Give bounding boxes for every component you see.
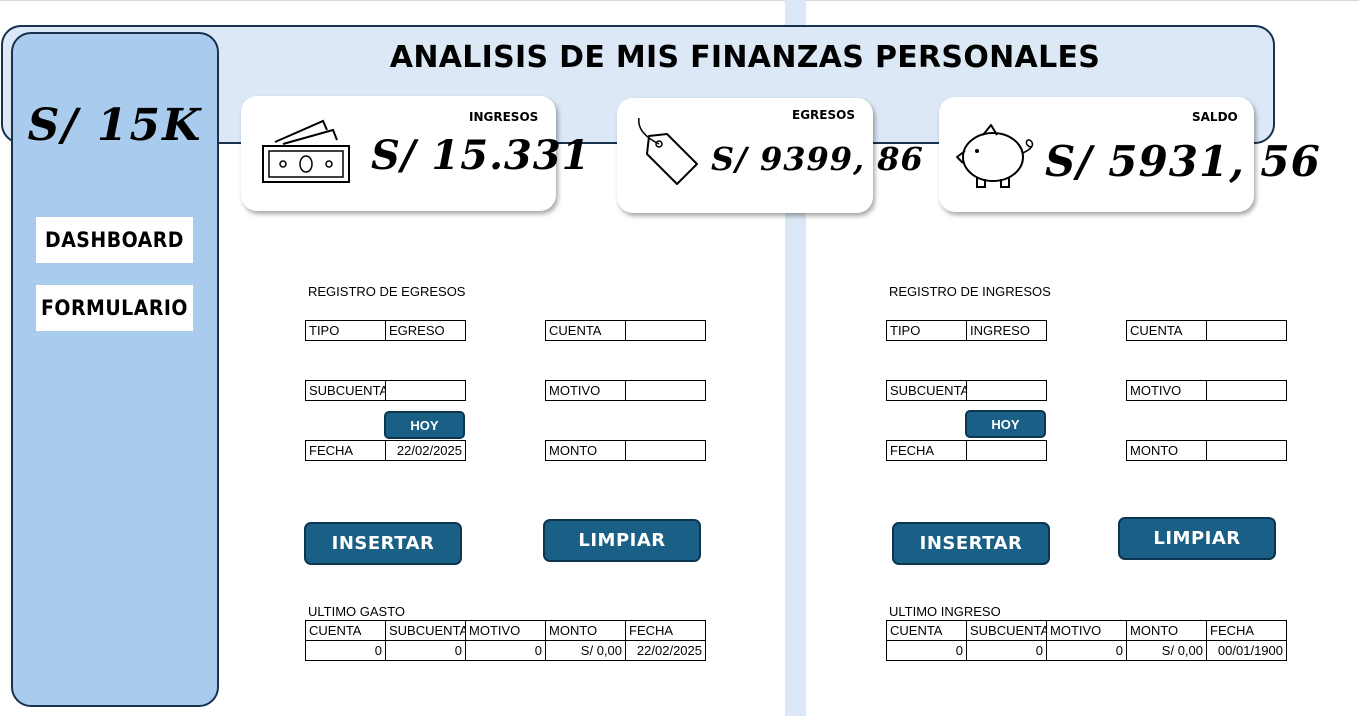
top-border-line <box>0 0 1359 1</box>
ingresos-insertar-button[interactable]: INSERTAR <box>892 522 1050 565</box>
egresos-subcuenta-label: SUBCUENTA <box>305 380 386 401</box>
egresos-last-title: ULTIMO GASTO <box>308 604 406 619</box>
page-title: ANALISIS DE MIS FINANZAS PERSONALES <box>389 40 1101 75</box>
egresos-subcuenta-field[interactable] <box>385 380 466 401</box>
ingresos-table-header: MONTO <box>1126 620 1207 641</box>
egresos-tipo-field[interactable]: EGRESO <box>385 320 466 341</box>
ingresos-limpiar-button[interactable]: LIMPIAR <box>1118 517 1276 560</box>
ingresos-card-label: INGRESOS <box>469 110 539 124</box>
egresos-card-value: S/ 9399, 86 <box>711 140 924 178</box>
ingresos-motivo-label: MOTIVO <box>1126 380 1207 401</box>
ingresos-table-header: CUENTA <box>886 620 967 641</box>
ingresos-last-title: ULTIMO INGRESO <box>889 604 1001 619</box>
sidebar-total: S/ 15K <box>27 100 203 151</box>
egresos-hoy-button[interactable]: HOY <box>384 411 465 439</box>
ingresos-subcuenta-label: SUBCUENTA <box>886 380 967 401</box>
egresos-table-header: CUENTA <box>305 620 386 641</box>
ingresos-motivo-field[interactable] <box>1206 380 1287 401</box>
egresos-insertar-button[interactable]: INSERTAR <box>304 522 462 565</box>
egresos-tipo-label: TIPO <box>305 320 386 341</box>
egresos-table-header: FECHA <box>625 620 706 641</box>
egresos-monto-label: MONTO <box>545 440 626 461</box>
formulario-button[interactable]: FORMULARIO <box>36 285 193 331</box>
money-icon <box>262 119 350 183</box>
dashboard-button[interactable]: DASHBOARD <box>36 217 193 263</box>
ingresos-table-header: SUBCUENTA <box>966 620 1047 641</box>
ingresos-table-cell: 00/01/1900 <box>1206 640 1287 661</box>
ingresos-monto-field[interactable] <box>1206 440 1287 461</box>
egresos-table-header: MONTO <box>545 620 626 641</box>
piggy-bank-icon <box>956 124 1034 188</box>
egresos-table-cell: 0 <box>465 640 546 661</box>
egresos-fecha-field[interactable]: 22/02/2025 <box>385 440 466 461</box>
ingresos-subcuenta-field[interactable] <box>966 380 1047 401</box>
ingresos-hoy-button[interactable]: HOY <box>965 410 1046 438</box>
saldo-card-value: S/ 5931, 56 <box>1045 137 1321 186</box>
ingresos-table-header: MOTIVO <box>1046 620 1127 641</box>
ingresos-tipo-field[interactable]: INGRESO <box>966 320 1047 341</box>
price-tag-icon <box>638 117 698 185</box>
ingresos-form-title: REGISTRO DE INGRESOS <box>889 284 1051 299</box>
egresos-card-label: EGRESOS <box>792 108 855 122</box>
egresos-cuenta-label: CUENTA <box>545 320 626 341</box>
egresos-cuenta-field[interactable] <box>625 320 706 341</box>
egresos-fecha-label: FECHA <box>305 440 386 461</box>
ingresos-table-cell: 0 <box>966 640 1047 661</box>
egresos-card: EGRESOS S/ 9399, 86 <box>617 98 923 213</box>
ingresos-card: INGRESOS S/ 15.331 <box>241 96 590 211</box>
egresos-motivo-label: MOTIVO <box>545 380 626 401</box>
ingresos-table-cell: S/ 0,00 <box>1126 640 1207 661</box>
ingresos-monto-label: MONTO <box>1126 440 1207 461</box>
ingresos-fecha-field[interactable] <box>966 440 1047 461</box>
egresos-table-cell: 22/02/2025 <box>625 640 706 661</box>
ingresos-cuenta-field[interactable] <box>1206 320 1287 341</box>
egresos-limpiar-button[interactable]: LIMPIAR <box>543 519 701 562</box>
egresos-table-header: MOTIVO <box>465 620 546 641</box>
ingresos-cuenta-label: CUENTA <box>1126 320 1207 341</box>
egresos-motivo-field[interactable] <box>625 380 706 401</box>
egresos-monto-field[interactable] <box>625 440 706 461</box>
saldo-card-label: SALDO <box>1192 110 1238 124</box>
ingresos-table-cell: 0 <box>1046 640 1127 661</box>
egresos-form-title: REGISTRO DE EGRESOS <box>308 284 466 299</box>
egresos-table-cell: S/ 0,00 <box>545 640 626 661</box>
ingresos-table-header: FECHA <box>1206 620 1287 641</box>
ingresos-fecha-label: FECHA <box>886 440 967 461</box>
egresos-table-cell: 0 <box>305 640 386 661</box>
egresos-table-cell: 0 <box>385 640 466 661</box>
egresos-table-header: SUBCUENTA <box>385 620 466 641</box>
ingresos-card-value: S/ 15.331 <box>371 132 591 179</box>
ingresos-tipo-label: TIPO <box>886 320 967 341</box>
saldo-card: SALDO S/ 5931, 56 <box>939 97 1320 212</box>
ingresos-table-cell: 0 <box>886 640 967 661</box>
